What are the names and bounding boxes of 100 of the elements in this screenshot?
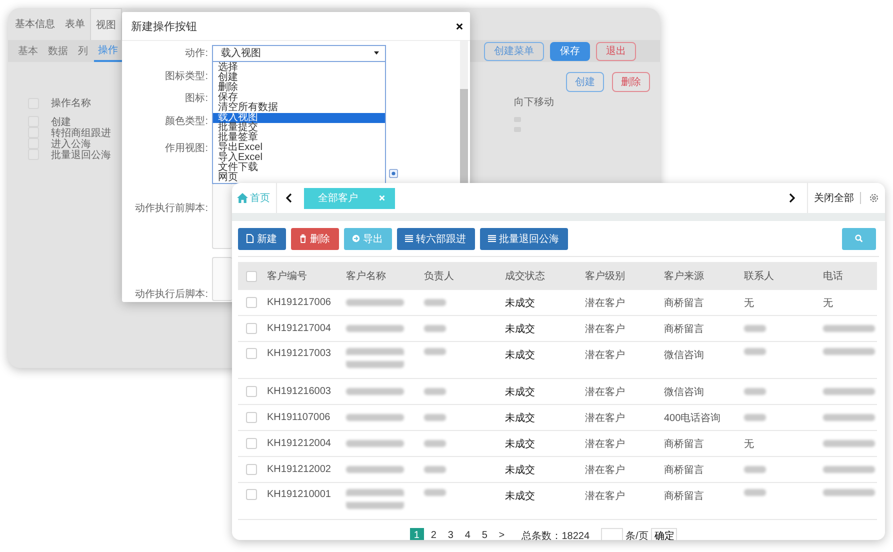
table-cell-text: 潜在客户	[585, 386, 625, 398]
field-label: 作用视图:	[164, 142, 208, 155]
blurred-text	[744, 489, 766, 496]
checkbox[interactable]	[246, 464, 257, 475]
chevron-left-icon[interactable]	[286, 193, 292, 203]
page-button[interactable]: 1	[410, 528, 424, 540]
scrollbar[interactable]	[460, 41, 468, 183]
dialog-title: 新建操作按钮	[131, 20, 198, 34]
blurred-text	[823, 325, 875, 332]
tab[interactable]: 基本信息	[10, 8, 60, 40]
page-button[interactable]: 2	[426, 528, 441, 540]
dropdown-option[interactable]: 保存	[213, 93, 385, 103]
action-name: 创建	[51, 116, 71, 128]
blurred-text	[424, 414, 446, 421]
header-button[interactable]: 保存	[550, 42, 590, 60]
tab[interactable]: 视图	[90, 8, 122, 40]
script-field[interactable]	[212, 257, 232, 301]
page-button[interactable]: 3	[444, 528, 458, 540]
next-page-button[interactable]: >	[494, 528, 509, 540]
list-button[interactable]: 删除	[612, 72, 650, 92]
toolbar-button[interactable]: 转六部跟进	[397, 228, 475, 250]
checkbox[interactable]	[246, 489, 257, 500]
blurred-text	[823, 348, 875, 355]
total-count: 总条数：18224	[522, 530, 590, 540]
script-field[interactable]	[212, 183, 232, 249]
checkbox[interactable]	[246, 270, 257, 282]
blurred-text	[424, 299, 446, 306]
dropdown-option[interactable]: 选择	[213, 63, 385, 73]
table-cell: KH191212004	[267, 438, 331, 449]
table-cell-text: 未成交	[505, 386, 535, 398]
chevron-right-icon[interactable]	[789, 193, 795, 203]
toolbar-button[interactable]: 新建	[238, 228, 286, 250]
table-cell-text: 潜在客户	[585, 348, 625, 362]
table-cell-text: 商桥留言	[664, 322, 704, 336]
dropdown-option[interactable]: 清空所有数据	[213, 103, 385, 113]
list-icon	[488, 234, 496, 243]
blurred-text	[424, 489, 446, 496]
blurred-text	[823, 489, 875, 496]
checkbox[interactable]	[246, 438, 257, 449]
table-cell-text: 潜在客户	[585, 490, 625, 503]
table-cell-text: 微信咨询	[664, 349, 704, 362]
settings-icon[interactable]	[869, 193, 879, 203]
toolbar-button[interactable]: 删除	[291, 228, 339, 250]
dropdown-option[interactable]: 文件下载	[213, 163, 385, 173]
blurred-text	[744, 325, 766, 332]
dropdown-option[interactable]: 批量提交	[213, 123, 385, 133]
table-cell-text: 400电话咨询	[664, 412, 721, 424]
dropdown-option[interactable]: 删除	[213, 83, 385, 93]
blurred-text	[744, 388, 766, 395]
blurred-text	[424, 325, 446, 332]
checkbox[interactable]	[246, 412, 257, 423]
action-name: 转招商组跟进	[51, 126, 111, 138]
table-cell-text: 潜在客户	[585, 412, 625, 424]
subtab[interactable]: 列	[74, 40, 92, 62]
column-header: 客户名称	[346, 270, 386, 283]
header-button[interactable]: 退出	[596, 42, 636, 60]
column-header: 电话	[823, 270, 843, 283]
dropdown-option[interactable]: 网页	[213, 173, 385, 183]
arrow-circle-icon	[352, 234, 360, 243]
subtab[interactable]: 基本	[14, 40, 42, 62]
blurred-text	[424, 466, 446, 473]
page-size-field[interactable]	[600, 528, 623, 540]
column-header: 负责人	[424, 270, 454, 283]
search-button[interactable]	[842, 228, 876, 250]
subtab[interactable]: 数据	[44, 40, 72, 62]
table-cell-text: 未成交	[505, 464, 535, 476]
blurred-text	[823, 414, 875, 421]
checkbox[interactable]	[246, 386, 257, 397]
field-label: 动作执行前脚本:	[134, 202, 208, 215]
dropdown-option[interactable]: 批量签章	[213, 133, 385, 143]
page-button[interactable]: 4	[460, 528, 475, 540]
toolbar-button[interactable]: 批量退回公海	[480, 228, 568, 250]
column-header: 客户级别	[585, 270, 625, 283]
close-all-button[interactable]: 关闭全部	[808, 191, 860, 205]
checkbox[interactable]	[246, 297, 257, 308]
table-cell-text: 未成交	[505, 348, 535, 362]
table-cell-text: 未成交	[505, 296, 535, 310]
field-label: 动作:	[184, 47, 208, 60]
table-cell-text: 商桥留言	[664, 296, 704, 310]
dropdown-option[interactable]: 导入Excel	[213, 153, 385, 163]
checkbox[interactable]	[246, 323, 257, 334]
close-icon[interactable]	[456, 22, 463, 30]
dropdown-option[interactable]: 导出Excel	[213, 143, 385, 153]
column-header: 客户来源	[664, 270, 704, 283]
table-cell: KH191107006	[267, 412, 330, 423]
tab[interactable]: 表单	[60, 8, 90, 40]
action-name: 进入公海	[51, 138, 91, 150]
square-icon[interactable]	[389, 169, 398, 178]
page-size-unit: 条/页	[626, 530, 648, 540]
dropdown-option[interactable]: 创建	[213, 73, 385, 83]
blurred-text	[424, 388, 446, 395]
blurred-text	[823, 466, 875, 473]
blurred-text	[744, 348, 766, 355]
search-icon	[854, 234, 862, 243]
select-field[interactable]: 载入视图	[212, 44, 386, 62]
table-cell: KH191217006	[267, 297, 331, 308]
column-header: 成交状态	[505, 270, 545, 283]
field-label: 图标类型:	[164, 70, 208, 83]
page-button[interactable]: 5	[478, 528, 492, 540]
checkbox[interactable]	[246, 348, 257, 359]
